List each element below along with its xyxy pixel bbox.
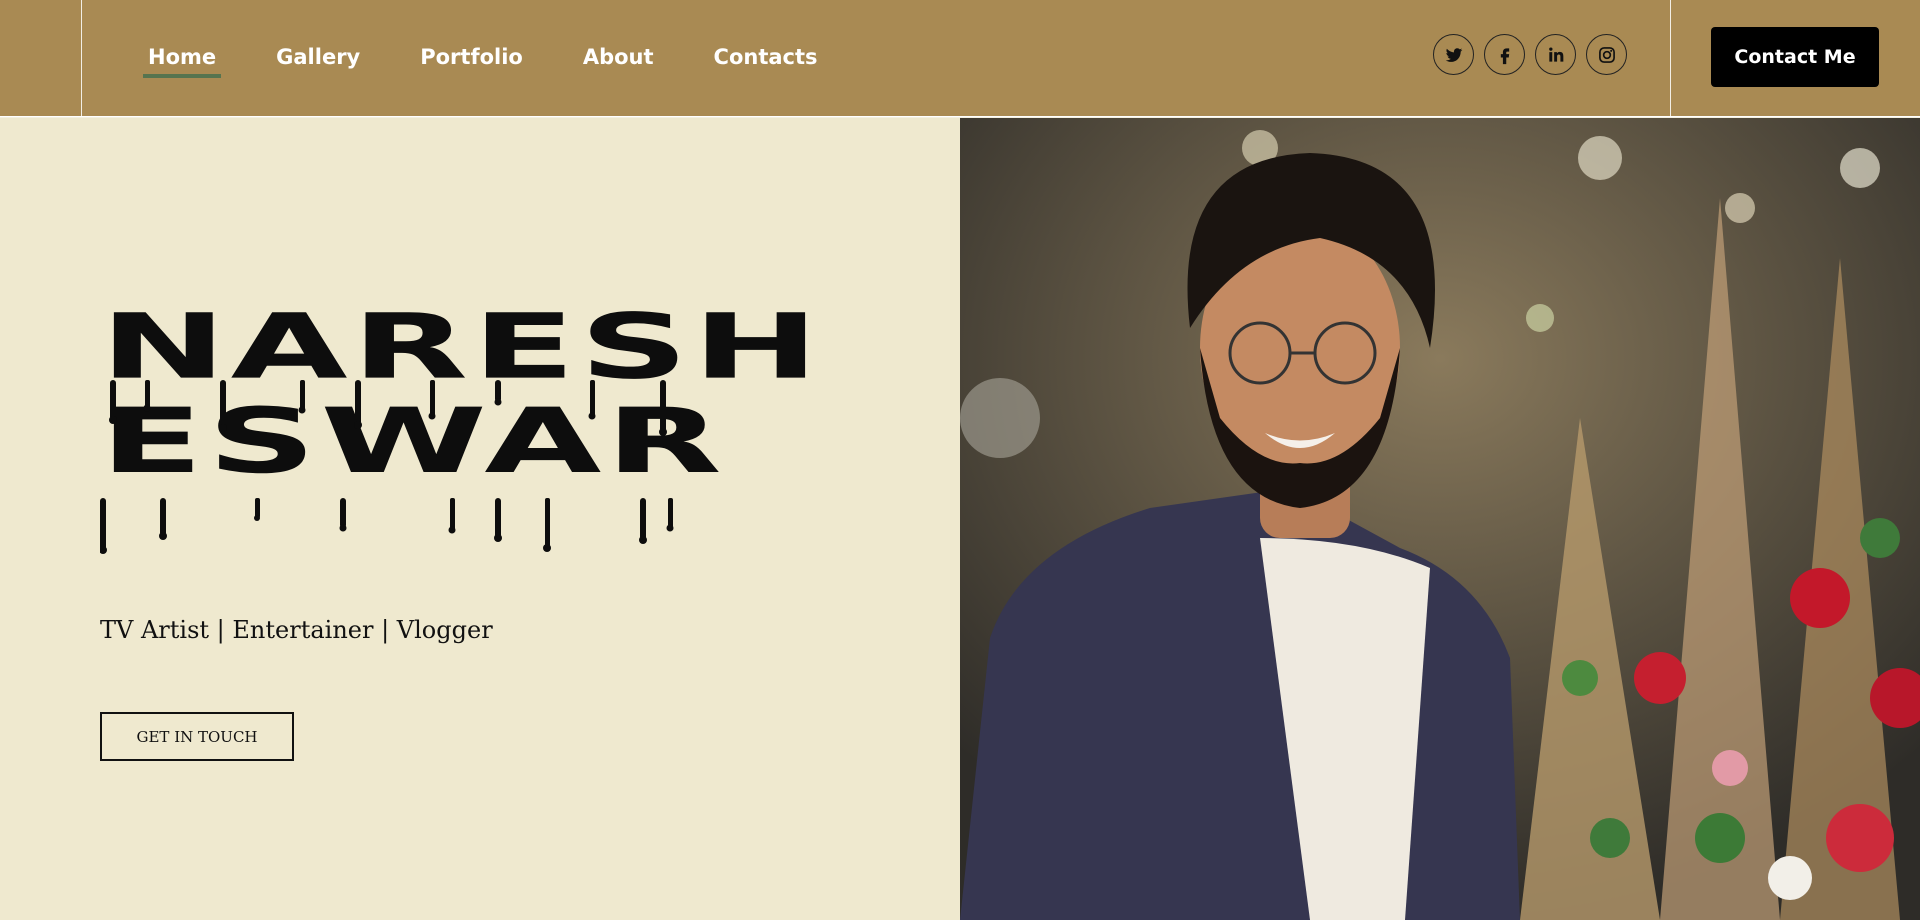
nav-item-contacts[interactable]: Contacts xyxy=(714,45,818,77)
facebook-link[interactable] xyxy=(1484,34,1525,75)
facebook-icon xyxy=(1500,47,1509,64)
hero-portrait-photo xyxy=(960,118,1920,920)
social-links xyxy=(1433,34,1627,75)
linkedin-icon xyxy=(1548,47,1563,62)
drip-decoration xyxy=(100,380,674,554)
site-header: Home Gallery Portfolio About Contacts Co… xyxy=(0,0,1920,117)
header-divider-right xyxy=(1670,0,1671,117)
linkedin-link[interactable] xyxy=(1535,34,1576,75)
get-in-touch-button[interactable]: GET IN TOUCH xyxy=(100,712,294,761)
nav-item-about[interactable]: About xyxy=(583,45,654,77)
hero-tagline: TV Artist | Entertainer | Vlogger xyxy=(100,616,493,644)
nav-item-gallery[interactable]: Gallery xyxy=(276,45,360,77)
nav-item-home[interactable]: Home xyxy=(142,45,222,78)
instagram-link[interactable] xyxy=(1586,34,1627,75)
page: Home Gallery Portfolio About Contacts Co… xyxy=(0,0,1920,920)
twitter-icon xyxy=(1445,47,1462,62)
nav-item-portfolio[interactable]: Portfolio xyxy=(420,45,523,77)
portrait-illustration xyxy=(960,118,1920,920)
twitter-link[interactable] xyxy=(1433,34,1474,75)
header-divider-left xyxy=(81,0,82,117)
main-nav: Home Gallery Portfolio About Contacts xyxy=(142,0,878,117)
contact-me-button[interactable]: Contact Me xyxy=(1711,27,1879,87)
instagram-icon xyxy=(1598,46,1615,63)
